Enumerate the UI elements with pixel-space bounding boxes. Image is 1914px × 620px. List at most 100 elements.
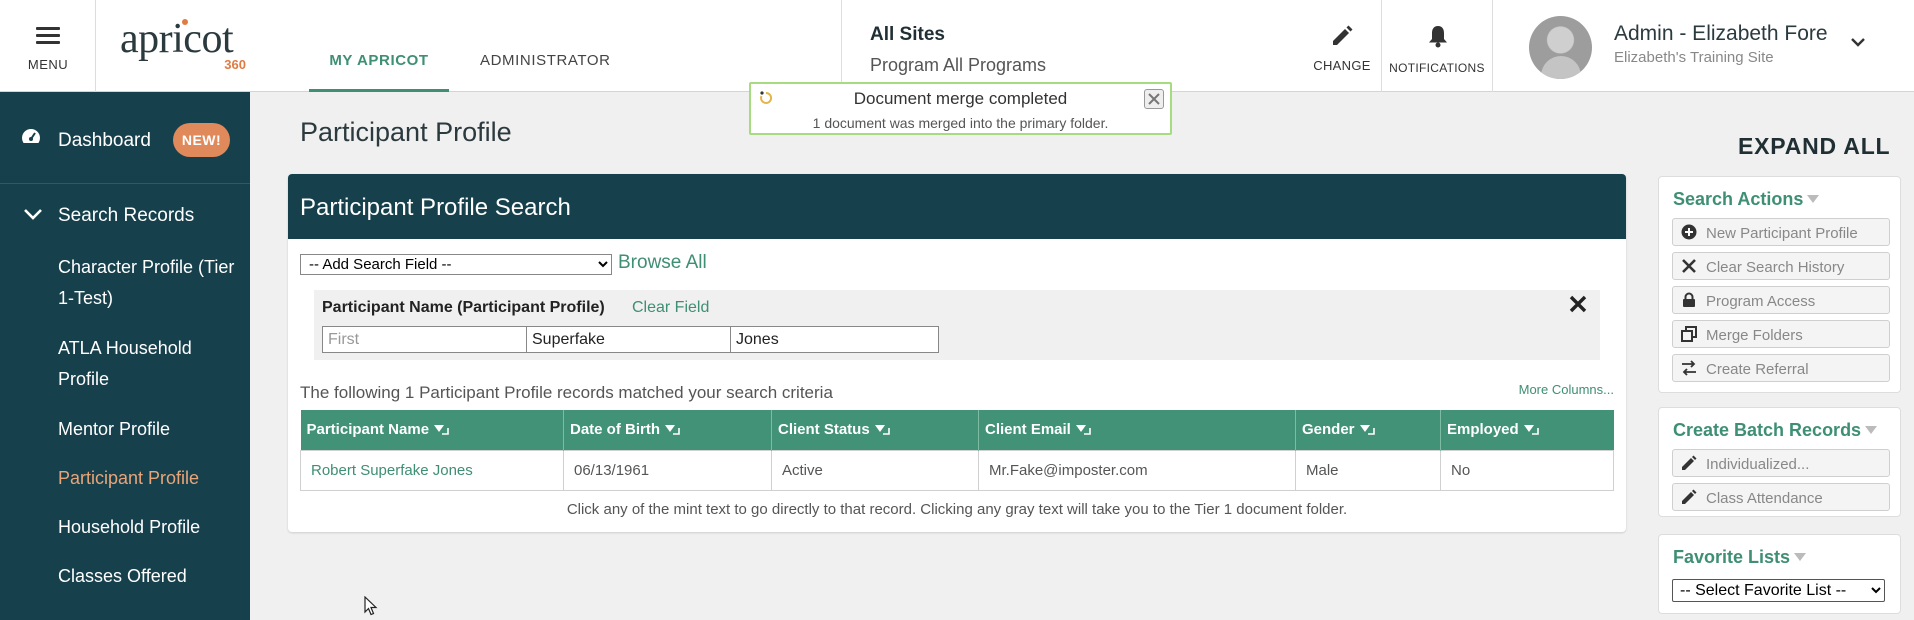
sidebar-item-dashboard[interactable]: Dashboard NEW! [0,92,250,184]
last-name-input[interactable] [730,326,939,353]
dashboard-gauge-icon [21,129,41,143]
remove-field-icon[interactable] [1566,292,1590,316]
cell-participant-name[interactable]: Robert Superfake Jones [300,449,564,491]
column-header-gender[interactable]: Gender [1295,410,1441,450]
column-header-label: Client Email [985,420,1071,438]
merge-folders-button[interactable]: Merge Folders [1672,320,1890,348]
action-label: Individualized... [1706,456,1810,473]
search-actions-header[interactable]: Search Actions [1673,189,1820,210]
batch-records-title: Create Batch Records [1673,420,1862,440]
expand-all-button[interactable]: EXPAND ALL [1738,133,1890,160]
sort-icon [1359,422,1375,439]
batch-records-header[interactable]: Create Batch Records [1673,420,1878,441]
action-label: Create Referral [1706,361,1809,378]
notifications-label: NOTIFICATIONS [1389,61,1485,75]
cell-date-of-birth[interactable]: 06/13/1961 [563,449,772,491]
cell-client-status[interactable]: Active [771,449,979,491]
menu-button[interactable]: MENU [0,0,96,92]
new-participant-profile-button[interactable]: New Participant Profile [1672,218,1890,246]
column-header-label: Date of Birth [570,420,660,438]
logo-sub: 360 [224,57,246,72]
column-header-employed[interactable]: Employed [1440,410,1614,450]
sort-icon [433,422,449,439]
toast-message: 1 document was merged into the primary f… [812,115,1109,131]
chevron-down-icon [1851,38,1865,47]
menu-label: MENU [27,57,69,72]
favorite-lists-header[interactable]: Favorite Lists [1673,547,1807,568]
match-message: The following 1 Participant Profile reco… [300,383,833,402]
create-batch-records-box: Create Batch Records Individualized... C… [1658,407,1901,517]
cell-employed[interactable]: No [1440,449,1614,491]
column-header-client-email[interactable]: Client Email [978,410,1296,450]
change-button[interactable]: CHANGE [1303,0,1381,92]
collapse-triangle-icon [1794,553,1807,561]
search-panel-title: Participant Profile Search [300,194,571,221]
cell-client-email[interactable]: Mr.Fake@imposter.com [978,449,1296,491]
more-columns-link[interactable]: More Columns... [1519,382,1614,397]
browse-all-link[interactable]: Browse All [618,252,707,274]
search-panel: Participant Profile Search -- Add Search… [288,174,1626,532]
user-site: Elizabeth's Training Site [1614,49,1774,66]
pencil-icon [1682,489,1697,504]
tab-administrator[interactable]: ADMINISTRATOR [480,0,610,92]
action-label: Class Attendance [1706,490,1823,507]
column-header-participant-name[interactable]: Participant Name [300,410,564,450]
favorite-lists-box: Favorite Lists -- Select Favorite List -… [1658,534,1901,614]
notifications-button[interactable]: NOTIFICATIONS [1381,0,1493,92]
site-program: Program All Programs [870,55,1047,75]
favorite-lists-title: Favorite Lists [1673,547,1791,567]
sidebar-item-participant-profile[interactable]: Participant Profile [58,463,243,494]
dashboard-label: Dashboard [58,130,151,151]
sort-icon [664,422,680,439]
logo-dot [182,19,188,25]
toast-close-button[interactable] [1144,89,1164,109]
top-bar: MENU apricot 360 MY APRICOT ADMINISTRATO… [0,0,1914,92]
table-row: Robert Superfake Jones 06/13/1961 Active… [300,449,1614,491]
column-header-label: Client Status [778,420,870,438]
clear-search-history-button[interactable]: Clear Search History [1672,252,1890,280]
pencil-icon [1682,455,1697,470]
cell-gender[interactable]: Male [1295,449,1441,491]
sidebar-item-character-profile[interactable]: Character Profile (Tier 1-Test) [58,252,243,314]
sidebar-item-mentor-profile[interactable]: Mentor Profile [58,414,243,445]
clear-field-link[interactable]: Clear Field [632,299,709,317]
sort-icon [1075,422,1091,439]
user-menu[interactable]: Admin - Elizabeth Fore Elizabeth's Train… [1494,0,1914,92]
chevron-down-icon [24,209,42,220]
middle-name-input[interactable] [526,326,735,353]
sidebar: Dashboard NEW! Search Records Character … [0,92,250,620]
site-title: All Sites [870,24,945,45]
results-table: Participant Name Date of Birth Client St… [300,410,1614,491]
individualized-button[interactable]: Individualized... [1672,449,1890,477]
first-name-input[interactable] [322,326,531,353]
table-header-row: Participant Name Date of Birth Client St… [300,410,1614,450]
sort-icon [1523,422,1539,439]
search-records-label: Search Records [58,205,195,226]
add-search-field-select[interactable]: -- Add Search Field -- [300,254,612,275]
column-header-date-of-birth[interactable]: Date of Birth [563,410,772,450]
toast-title: Document merge completed [853,89,1068,108]
site-selector[interactable]: All Sites Program All Programs [841,0,1381,92]
sidebar-item-household-profile[interactable]: Household Profile [58,512,243,543]
participant-name-field: Participant Name (Participant Profile) C… [314,290,1600,360]
create-referral-button[interactable]: Create Referral [1672,354,1890,382]
close-icon [1148,93,1160,105]
column-header-label: Employed [1447,420,1519,438]
sidebar-item-classes-offered[interactable]: Classes Offered [58,561,243,592]
action-label: Merge Folders [1706,327,1803,344]
favorite-list-select[interactable]: -- Select Favorite List -- [1672,579,1885,602]
sidebar-item-search-records[interactable]: Search Records [0,196,250,234]
merge-icon [1681,326,1697,342]
tab-my-apricot[interactable]: MY APRICOT [309,0,449,92]
change-label: CHANGE [1313,58,1371,73]
apricot-logo[interactable]: apricot 360 [120,16,250,76]
class-attendance-button[interactable]: Class Attendance [1672,483,1890,511]
column-header-label: Participant Name [306,420,430,438]
collapse-triangle-icon [1807,195,1820,203]
program-access-button[interactable]: Program Access [1672,286,1890,314]
column-header-client-status[interactable]: Client Status [771,410,979,450]
mouse-cursor-icon [364,596,378,616]
search-actions-title: Search Actions [1673,189,1804,209]
plus-circle-icon [1681,224,1697,240]
sidebar-item-atla-household-profile[interactable]: ATLA Household Profile [58,333,243,395]
